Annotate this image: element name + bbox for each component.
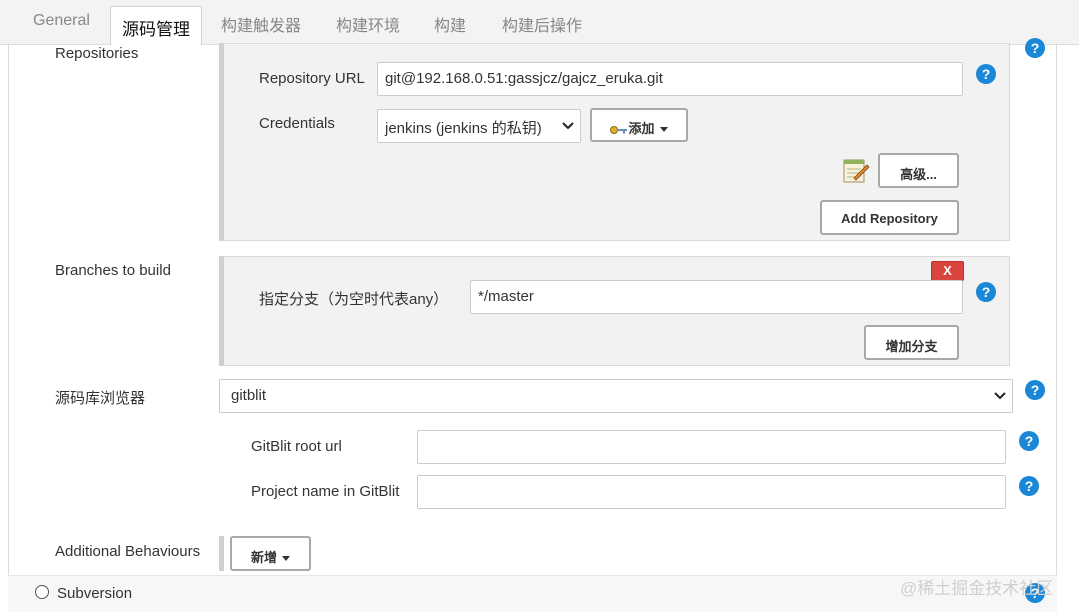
repository-browser-label: 源码库浏览器 [55, 390, 146, 407]
add-behaviour-button[interactable]: 新增 [230, 536, 311, 571]
repository-browser-select[interactable]: gitblit [219, 379, 1013, 413]
credentials-select-value: jenkins (jenkins 的私钥) [385, 120, 542, 137]
repository-browser-value: gitblit [231, 387, 267, 404]
tab-build-environment[interactable]: 构建环境 [336, 12, 400, 36]
credentials-select[interactable]: jenkins (jenkins 的私钥) [377, 109, 581, 143]
behaviours-divider [219, 536, 224, 571]
tab-bar: General 源码管理 构建触发器 构建环境 构建 构建后操作 [0, 0, 1079, 46]
add-repository-button[interactable]: Add Repository [820, 200, 959, 235]
gitblit-root-url-input[interactable] [417, 430, 1006, 464]
tab-source-code-management[interactable]: 源码管理 [110, 6, 202, 46]
additional-behaviours-label: Additional Behaviours [55, 543, 201, 560]
repository-browser-help-icon[interactable]: ? [1025, 380, 1045, 400]
caret-down-icon [282, 556, 290, 562]
branch-specifier-help-icon[interactable]: ? [976, 282, 996, 302]
add-branch-button[interactable]: 增加分支 [864, 325, 959, 360]
branch-specifier-input[interactable]: */master [470, 280, 963, 314]
add-credentials-label: 添加 [628, 121, 655, 136]
tab-general[interactable]: General [33, 12, 90, 30]
gitblit-project-name-help-icon[interactable]: ? [1019, 476, 1039, 496]
chevron-down-icon [994, 392, 1006, 400]
add-credentials-button[interactable]: 添加 [590, 108, 688, 142]
remove-branch-button[interactable]: X [931, 261, 964, 281]
credentials-label: Credentials [259, 115, 335, 132]
repository-url-input[interactable]: git@192.168.0.51:gassjcz/gajcz_eruka.git [377, 62, 963, 96]
key-icon [610, 125, 628, 134]
repository-url-label: Repository URL [259, 70, 365, 87]
tab-build[interactable]: 构建 [434, 12, 466, 36]
gitblit-project-name-input[interactable] [417, 475, 1006, 509]
branches-to-build-label: Branches to build [55, 262, 171, 279]
subversion-radio[interactable] [35, 585, 49, 599]
branch-specifier-label: 指定分支（为空时代表any） [259, 291, 449, 308]
chevron-down-icon [562, 122, 574, 130]
tab-post-build-actions[interactable]: 构建后操作 [502, 12, 582, 36]
gitblit-root-url-help-icon[interactable]: ? [1019, 431, 1039, 451]
caret-down-icon [659, 127, 668, 133]
gitblit-root-url-label: GitBlit root url [251, 438, 342, 455]
watermark: @稀土掘金技术社区 [900, 579, 1054, 598]
advanced-button[interactable]: 高级... [878, 153, 959, 188]
gitblit-project-name-label: Project name in GitBlit [251, 483, 400, 500]
repositories-label: Repositories [55, 45, 139, 62]
notepad-icon [843, 159, 870, 183]
tab-build-triggers[interactable]: 构建触发器 [221, 12, 301, 36]
subversion-label: Subversion [57, 585, 133, 602]
repository-url-help-icon[interactable]: ? [976, 64, 996, 84]
scm-help-icon[interactable]: ? [1025, 38, 1045, 58]
add-behaviour-label: 新增 [250, 550, 277, 565]
